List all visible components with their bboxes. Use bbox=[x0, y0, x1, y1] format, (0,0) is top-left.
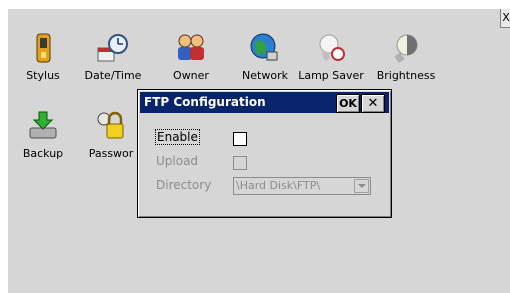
stylus-label: Stylus bbox=[26, 69, 60, 82]
date-time-label: Date/Time bbox=[84, 69, 142, 82]
network-item[interactable]: Network bbox=[229, 32, 301, 82]
ok-button[interactable]: OK bbox=[336, 94, 360, 113]
backup-item[interactable]: Backup bbox=[7, 110, 79, 160]
upload-row: Upload bbox=[156, 154, 198, 168]
backup-icon bbox=[29, 111, 57, 139]
window-close-button[interactable]: X bbox=[500, 9, 510, 28]
dialog-title: FTP Configuration bbox=[144, 95, 266, 109]
upload-checkbox[interactable] bbox=[233, 156, 247, 170]
owner-icon bbox=[178, 34, 204, 60]
upload-label: Upload bbox=[156, 154, 199, 168]
chevron-down-icon[interactable] bbox=[354, 179, 369, 193]
directory-row: Directory bbox=[156, 178, 211, 192]
enable-row: Enable bbox=[155, 129, 200, 145]
brightness-icon bbox=[394, 34, 418, 63]
close-button[interactable]: ✕ bbox=[361, 94, 385, 113]
directory-value: \Hard Disk\FTP\ bbox=[236, 179, 321, 192]
backup-label: Backup bbox=[22, 147, 64, 160]
date-time-icon bbox=[97, 34, 128, 62]
owner-item[interactable]: Owner bbox=[155, 32, 227, 82]
lamp-saver-icon bbox=[319, 34, 345, 61]
password-icon bbox=[97, 111, 124, 139]
lamp-saver-label: Lamp Saver bbox=[298, 69, 364, 82]
brightness-label: Brightness bbox=[376, 69, 436, 82]
stylus-item[interactable]: Stylus bbox=[7, 32, 79, 82]
enable-checkbox[interactable] bbox=[233, 132, 247, 146]
network-label: Network bbox=[242, 69, 288, 82]
network-icon bbox=[250, 33, 278, 61]
directory-label: Directory bbox=[156, 178, 212, 192]
brightness-item[interactable]: Brightness bbox=[370, 32, 442, 82]
lamp-saver-item[interactable]: Lamp Saver bbox=[295, 32, 367, 82]
stylus-icon bbox=[36, 33, 51, 63]
owner-label: Owner bbox=[173, 69, 209, 82]
ftp-configuration-dialog: FTP Configuration OK ✕ Enable Upload Dir… bbox=[137, 89, 392, 218]
enable-label[interactable]: Enable bbox=[155, 129, 200, 145]
directory-dropdown[interactable]: \Hard Disk\FTP\ bbox=[233, 177, 371, 195]
dialog-title-bar[interactable]: FTP Configuration OK ✕ bbox=[140, 92, 389, 113]
date-time-item[interactable]: Date/Time bbox=[77, 32, 149, 82]
